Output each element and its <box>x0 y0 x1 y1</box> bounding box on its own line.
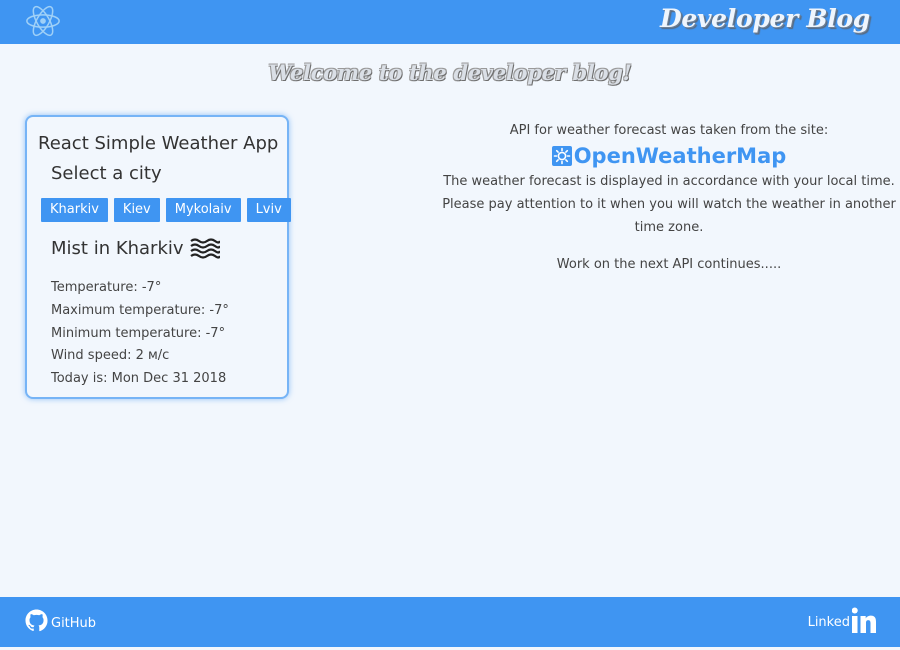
footer-bar: GitHub Linked <box>0 597 900 647</box>
local-time-line-3: time zone. <box>634 220 704 235</box>
next-api-text: Work on the next API continues..... <box>556 257 782 272</box>
sun-icon <box>551 146 572 166</box>
condition-text: Mist in Kharkiv <box>51 237 184 259</box>
city-button-mykolaiv[interactable]: Mykolaiv <box>165 198 241 222</box>
wind-speed-text: Wind speed: 2 м/с <box>51 348 170 364</box>
local-time-line-1: The weather forecast is displayed in acc… <box>443 174 895 189</box>
city-button-lviv[interactable]: Lviv <box>246 198 291 222</box>
weather-card: React Simple Weather App Select a city K… <box>25 115 291 399</box>
owm-link-row: OpenWeatherMap <box>551 142 787 170</box>
today-date-text: Today is: Mon Dec 31 2018 <box>51 371 227 387</box>
max-temperature-text: Maximum temperature: -7° <box>51 302 229 318</box>
select-city-label: Select a city <box>51 163 162 184</box>
min-temperature-text: Minimum temperature: -7° <box>51 325 226 341</box>
linkedin-in-icon <box>852 607 876 633</box>
city-button-kharkiv[interactable]: Kharkiv <box>41 198 108 222</box>
temperature-text: Temperature: -7° <box>51 280 162 295</box>
page: Developer Blog Welcome to the developer … <box>0 0 900 650</box>
local-time-line-2: Please pay attention to it when you will… <box>442 197 896 212</box>
api-source-text: API for weather forecast was taken from … <box>509 123 829 138</box>
weather-details: Temperature: -7° Maximum temperature: -7… <box>51 277 229 391</box>
mist-icon <box>189 238 220 259</box>
openweathermap-link[interactable]: OpenWeatherMap <box>574 144 787 168</box>
github-link[interactable]: GitHub <box>25 609 96 632</box>
brand-title[interactable]: Developer Blog <box>660 4 870 33</box>
github-label: GitHub <box>51 616 97 631</box>
linkedin-link[interactable]: Linked <box>808 607 876 633</box>
city-button-kiev[interactable]: Kiev <box>113 198 160 222</box>
api-info: API for weather forecast was taken from … <box>440 119 898 276</box>
city-button-group: Kharkiv Kiev Mykolaiv Lviv <box>41 198 297 222</box>
weather-app-title: React Simple Weather App <box>38 133 279 154</box>
welcome-heading: Welcome to the developer blog! <box>268 60 632 85</box>
header-bar: Developer Blog <box>0 0 900 44</box>
github-icon <box>25 609 48 632</box>
linkedin-label: Linked <box>807 615 850 630</box>
weather-condition: Mist in Kharkiv <box>51 237 220 259</box>
react-atom-icon[interactable] <box>24 2 62 40</box>
